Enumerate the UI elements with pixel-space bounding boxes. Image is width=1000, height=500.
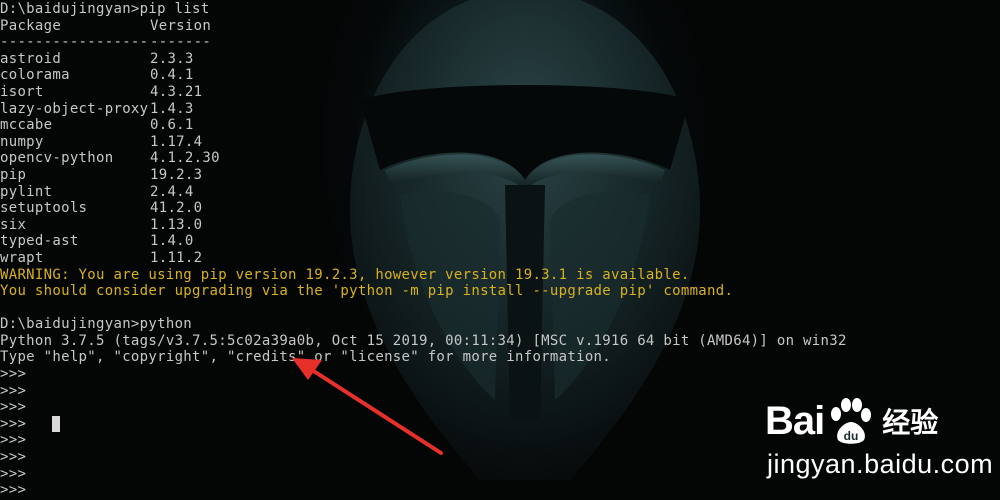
watermark-url: jingyan.baidu.com xyxy=(767,449,994,479)
terminal-window[interactable]: D:\baidujingyan>pip list Package Version … xyxy=(0,0,1000,500)
baidu-paw-icon: du xyxy=(831,398,872,444)
watermark-brand: Bai du 经验 xyxy=(765,395,938,447)
baidu-jingyan-watermark: Bai du 经验 jingyan.baidu.com xyxy=(765,395,994,490)
watermark-brand-text: Bai xyxy=(765,398,825,443)
svg-text:du: du xyxy=(844,429,859,443)
watermark-brand-suffix: 经验 xyxy=(882,407,939,438)
